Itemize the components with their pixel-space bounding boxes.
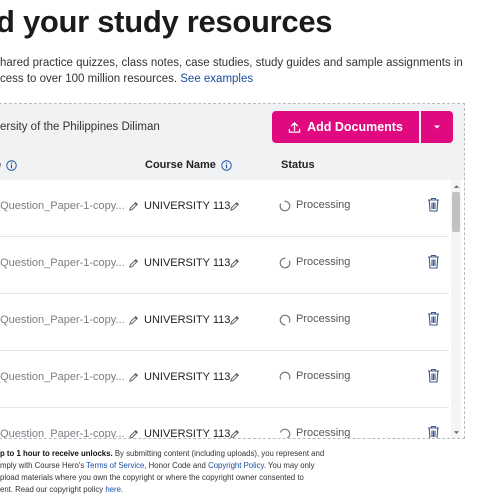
course-name: UNIVERSITY 113 [144, 257, 231, 269]
table-header: le Course Name Status [0, 150, 464, 180]
trash-icon[interactable] [427, 311, 440, 326]
status-text: Processing [296, 427, 351, 439]
spinner-icon [279, 314, 291, 326]
info-icon[interactable] [6, 159, 17, 171]
table-row: _Question_Paper-1-copy... UNIVERSITY 113… [0, 294, 449, 351]
disclaimer-line-4-prefix: ent. Read our copyright policy [0, 485, 106, 494]
disclaimer-line-2: mply with Course Hero's Terms of Service… [0, 460, 480, 472]
trash-icon[interactable] [427, 425, 440, 439]
spinner-icon [280, 428, 291, 438]
pencil-icon[interactable] [128, 258, 139, 269]
disclaimer-line-2-prefix: mply with Course Hero's [0, 461, 87, 470]
course-name: UNIVERSITY 113 [144, 371, 231, 383]
add-documents-label: Add Documents [307, 120, 403, 134]
pencil-icon[interactable] [229, 315, 240, 326]
trash-icon[interactable] [427, 368, 440, 383]
pencil-icon[interactable] [229, 201, 240, 212]
chevron-down-icon [453, 430, 459, 434]
disclaimer-line-2-mid: , Honor Code and [144, 461, 209, 470]
course-name: UNIVERSITY 113 [144, 428, 231, 439]
disclaimer-line-4-suffix: . [120, 485, 124, 494]
scroll-down-arrow[interactable] [452, 428, 460, 436]
pencil-icon[interactable] [128, 201, 139, 212]
upload-icon [288, 121, 301, 133]
page-subtitle: hared practice quizzes, class notes, cas… [0, 55, 480, 87]
pencil-icon[interactable] [128, 372, 139, 383]
column-header-status: Status [281, 159, 315, 171]
document-title: _Question_Paper-1-copy... [0, 314, 125, 326]
terms-of-service-link[interactable]: Terms of Service [86, 461, 144, 470]
disclaimer-line-1: p to 1 hour to receive unlocks. By submi… [0, 448, 480, 460]
course-name: UNIVERSITY 113 [144, 314, 231, 326]
page-title: d your study resources [0, 4, 333, 39]
scroll-up-arrow[interactable] [452, 182, 460, 190]
column-title-label: le [0, 159, 1, 171]
pencil-icon[interactable] [128, 315, 139, 326]
status-text: Processing [296, 313, 351, 325]
document-title: _Question_Paper-1-copy... [0, 200, 125, 212]
chevron-up-icon [453, 184, 459, 188]
disclaimer-line-3: pload materials where you own the copyri… [0, 473, 304, 482]
scroll-thumb[interactable] [452, 192, 460, 232]
status-text: Processing [296, 199, 351, 211]
subtitle-line-1: hared practice quizzes, class notes, cas… [0, 57, 463, 69]
panel-toolbar: ersity of the Philippines Diliman Add Do… [0, 104, 464, 150]
info-icon[interactable] [221, 159, 232, 171]
upload-panel: ersity of the Philippines Diliman Add Do… [0, 103, 465, 439]
column-header-course: Course Name [145, 159, 232, 171]
spinner-icon [279, 257, 291, 269]
see-examples-link[interactable]: See examples [180, 73, 253, 85]
chevron-down-icon [434, 125, 440, 129]
pencil-icon[interactable] [229, 372, 240, 383]
school-name: ersity of the Philippines Diliman [0, 121, 160, 133]
copyright-here-link[interactable]: here [105, 485, 121, 494]
pencil-icon[interactable] [229, 258, 240, 269]
document-title: _Question_Paper-1-copy... [0, 371, 125, 383]
spinner-icon [279, 200, 291, 212]
disclaimer-line-1-rest: By submitting content (including uploads… [112, 449, 325, 458]
subtitle-line-2: cess to over 100 million resources. See … [0, 71, 480, 87]
column-status-label: Status [281, 159, 315, 171]
document-title: _Question_Paper-1-copy... [0, 428, 125, 439]
status-text: Processing [296, 256, 351, 268]
disclaimer-line-2-suffix: . You may only [263, 461, 315, 470]
disclaimer-line-4: ent. Read our copyright policy here. [0, 484, 480, 496]
pencil-icon[interactable] [128, 429, 139, 439]
course-name: UNIVERSITY 113 [144, 200, 231, 212]
disclaimer: p to 1 hour to receive unlocks. By submi… [0, 448, 480, 496]
table-row: _Question_Paper-1-copy... UNIVERSITY 113… [0, 351, 449, 408]
table-row: _Question_Paper-1-copy... UNIVERSITY 113… [0, 408, 449, 439]
table-row: _Question_Paper-1-copy... UNIVERSITY 113… [0, 237, 449, 294]
column-header-title: le [0, 159, 17, 171]
list-scrollbar[interactable] [451, 180, 461, 438]
add-documents-button[interactable]: Add Documents [272, 111, 419, 143]
spinner-icon [279, 371, 291, 380]
pencil-icon[interactable] [229, 429, 240, 439]
document-title: _Question_Paper-1-copy... [0, 257, 125, 269]
trash-icon[interactable] [427, 197, 440, 212]
subtitle-line-2-text: cess to over 100 million resources. [0, 73, 181, 85]
column-course-label: Course Name [145, 159, 216, 171]
copyright-policy-link[interactable]: Copyright Policy [208, 461, 264, 470]
trash-icon[interactable] [427, 254, 440, 269]
disclaimer-bold: p to 1 hour to receive unlocks. [0, 449, 113, 458]
status-text: Processing [296, 370, 351, 382]
add-documents-dropdown-button[interactable] [421, 111, 453, 143]
table-row: _Question_Paper-1-copy... UNIVERSITY 113… [0, 180, 449, 237]
